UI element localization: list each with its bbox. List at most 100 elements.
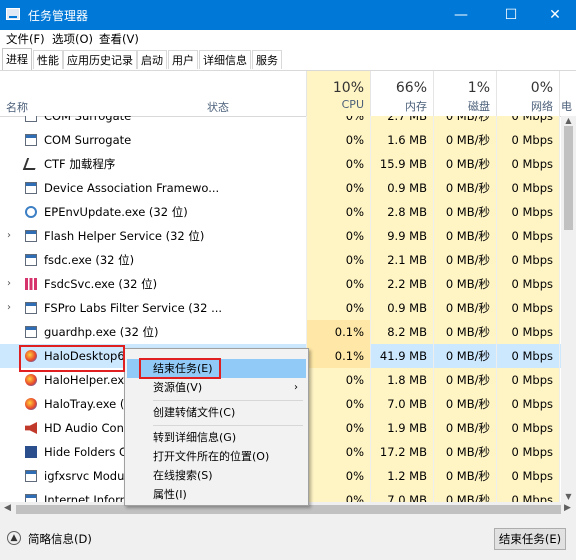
table-row[interactable]: › Flash Helper Service (32 位) 0% 9.9 MB 0 MB… xyxy=(0,224,561,248)
cell-net: 0 Mbps xyxy=(496,320,559,344)
cell-cpu: 0.1% xyxy=(306,344,370,368)
ctx-properties[interactable]: 属性(I) xyxy=(127,485,306,504)
disk-percent: 1% xyxy=(467,80,490,96)
cell-mem: 1.6 MB xyxy=(370,128,433,152)
cell-cpu: 0% xyxy=(306,200,370,224)
process-name: Device Association Framewo... xyxy=(44,181,220,195)
cell-mem: 2.7 MB xyxy=(370,116,433,128)
exe-icon xyxy=(25,302,37,314)
process-name: Flash Helper Service (32 位) xyxy=(44,229,205,243)
menu-view[interactable]: 查看(V) xyxy=(99,31,139,47)
ctx-search-online[interactable]: 在线搜索(S) xyxy=(127,466,306,485)
cell-mem: 1.8 MB xyxy=(370,368,433,392)
cell-cpu: 0% xyxy=(306,368,370,392)
column-header: 名称 状态 10% CPU 66% 内存 1% 磁盘 0% 网络 电 xyxy=(0,71,576,117)
cell-net: 0 Mbps xyxy=(496,344,559,368)
cell-net: 0 Mbps xyxy=(496,116,559,128)
ctx-resource-values[interactable]: 资源值(V) › xyxy=(127,378,306,397)
power-label: 电 xyxy=(561,100,572,113)
expand-chevron-icon[interactable]: › xyxy=(7,224,11,248)
memory-label: 内存 xyxy=(405,100,427,113)
cell-mem: 7.0 MB xyxy=(370,488,433,502)
cell-net: 0 Mbps xyxy=(496,368,559,392)
ctx-open-file-location[interactable]: 打开文件所在的位置(O) xyxy=(127,447,306,466)
memory-percent: 66% xyxy=(395,80,427,96)
table-row[interactable]: Device Association Framewo... 0% 0.9 MB 0 M… xyxy=(0,176,561,200)
gear-icon xyxy=(25,206,37,218)
menu-bar: 文件(F) 选项(O) 查看(V) xyxy=(0,30,576,48)
fewer-details-link[interactable]: 简略信息(D) xyxy=(28,531,92,547)
window-title: 任务管理器 xyxy=(28,9,89,23)
scroll-left-arrow-icon[interactable]: ◀ xyxy=(4,503,11,513)
scroll-up-arrow-icon[interactable]: ▲ xyxy=(561,116,576,126)
cell-cpu: 0.1% xyxy=(306,320,370,344)
table-row[interactable]: › FSPro Labs Filter Service (32 ... 0% 0.9 … xyxy=(0,296,561,320)
vertical-scroll-thumb[interactable] xyxy=(564,126,573,230)
column-network[interactable]: 0% 网络 xyxy=(496,71,559,116)
task-manager-icon xyxy=(6,8,20,20)
close-button[interactable]: ✕ xyxy=(532,0,576,30)
cell-mem: 8.2 MB xyxy=(370,320,433,344)
tab-app-history[interactable]: 应用历史记录 xyxy=(63,50,137,69)
tab-performance[interactable]: 性能 xyxy=(33,50,63,69)
maximize-button[interactable]: ☐ xyxy=(488,0,534,30)
cell-disk: 0 MB/秒 xyxy=(433,416,496,440)
process-name: guardhp.exe (32 位) xyxy=(44,325,159,339)
process-name: HaloTray.exe (3 xyxy=(44,397,132,411)
cell-disk: 0 MB/秒 xyxy=(433,248,496,272)
process-name: CTF 加载程序 xyxy=(44,157,116,171)
cell-disk: 0 MB/秒 xyxy=(433,152,496,176)
tab-details[interactable]: 详细信息 xyxy=(199,50,251,69)
column-memory[interactable]: 66% 内存 xyxy=(370,71,433,116)
cell-mem: 15.9 MB xyxy=(370,152,433,176)
cell-disk: 0 MB/秒 xyxy=(433,344,496,368)
table-row[interactable]: › FsdcSvc.exe (32 位) 0% 2.2 MB 0 MB/秒 0 Mbps xyxy=(0,272,561,296)
folder-icon xyxy=(25,446,37,458)
process-name: FSPro Labs Filter Service (32 ... xyxy=(44,301,223,315)
exe-icon xyxy=(25,182,37,194)
table-row[interactable]: fsdc.exe (32 位) 0% 2.1 MB 0 MB/秒 0 Mbps xyxy=(0,248,561,272)
horizontal-scroll-thumb[interactable] xyxy=(16,505,561,514)
menu-file[interactable]: 文件(F) xyxy=(6,31,45,47)
table-row[interactable]: CTF 加载程序 0% 15.9 MB 0 MB/秒 0 Mbps xyxy=(0,152,561,176)
ctx-create-dump[interactable]: 创建转储文件(C) xyxy=(127,403,306,422)
cell-disk: 0 MB/秒 xyxy=(433,368,496,392)
cell-mem: 9.9 MB xyxy=(370,224,433,248)
end-task-button[interactable]: 结束任务(E) xyxy=(494,528,566,550)
cell-cpu: 0% xyxy=(306,248,370,272)
cell-cpu: 0% xyxy=(306,464,370,488)
tab-startup[interactable]: 启动 xyxy=(137,50,167,69)
cell-cpu: 0% xyxy=(306,488,370,502)
title-bar: 任务管理器 — ☐ ✕ xyxy=(0,0,576,30)
expand-chevron-icon[interactable]: › xyxy=(7,296,11,320)
table-row[interactable]: EPEnvUpdate.exe (32 位) 0% 2.8 MB 0 MB/秒 0 Mb… xyxy=(0,200,561,224)
cell-mem: 2.8 MB xyxy=(370,200,433,224)
column-power[interactable]: 电 xyxy=(561,71,576,116)
chevron-up-icon[interactable]: ▲ xyxy=(7,531,21,545)
tab-users[interactable]: 用户 xyxy=(168,50,198,69)
ctx-go-to-details[interactable]: 转到详细信息(G) xyxy=(127,428,306,447)
minimize-button[interactable]: — xyxy=(438,0,484,30)
vertical-scrollbar[interactable]: ▲ ▼ xyxy=(561,116,576,502)
tab-processes[interactable]: 进程 xyxy=(2,48,32,70)
cell-net: 0 Mbps xyxy=(496,464,559,488)
ctx-resource-values-label: 资源值(V) xyxy=(153,381,203,394)
cell-disk: 0 MB/秒 xyxy=(433,320,496,344)
cell-disk: 0 MB/秒 xyxy=(433,464,496,488)
cell-mem: 17.2 MB xyxy=(370,440,433,464)
exe-icon xyxy=(25,494,37,502)
column-status[interactable]: 状态 xyxy=(207,99,229,115)
table-row[interactable]: guardhp.exe (32 位) 0.1% 8.2 MB 0 MB/秒 0 Mbps xyxy=(0,320,561,344)
menu-options[interactable]: 选项(O) xyxy=(52,31,93,47)
table-row[interactable]: COM Surrogate 0% 1.6 MB 0 MB/秒 0 Mbps xyxy=(0,128,561,152)
scroll-right-arrow-icon[interactable]: ▶ xyxy=(564,503,571,513)
scroll-down-arrow-icon[interactable]: ▼ xyxy=(561,492,576,502)
tab-services[interactable]: 服务 xyxy=(252,50,282,69)
expand-chevron-icon[interactable]: › xyxy=(7,272,11,296)
column-cpu[interactable]: 10% CPU xyxy=(306,71,370,116)
column-name[interactable]: 名称 xyxy=(6,99,28,115)
column-disk[interactable]: 1% 磁盘 xyxy=(433,71,496,116)
cell-net: 0 Mbps xyxy=(496,416,559,440)
table-row[interactable]: COM Surrogate 0% 2.7 MB 0 MB/秒 0 Mbps xyxy=(0,116,561,128)
exe-icon xyxy=(25,116,37,122)
